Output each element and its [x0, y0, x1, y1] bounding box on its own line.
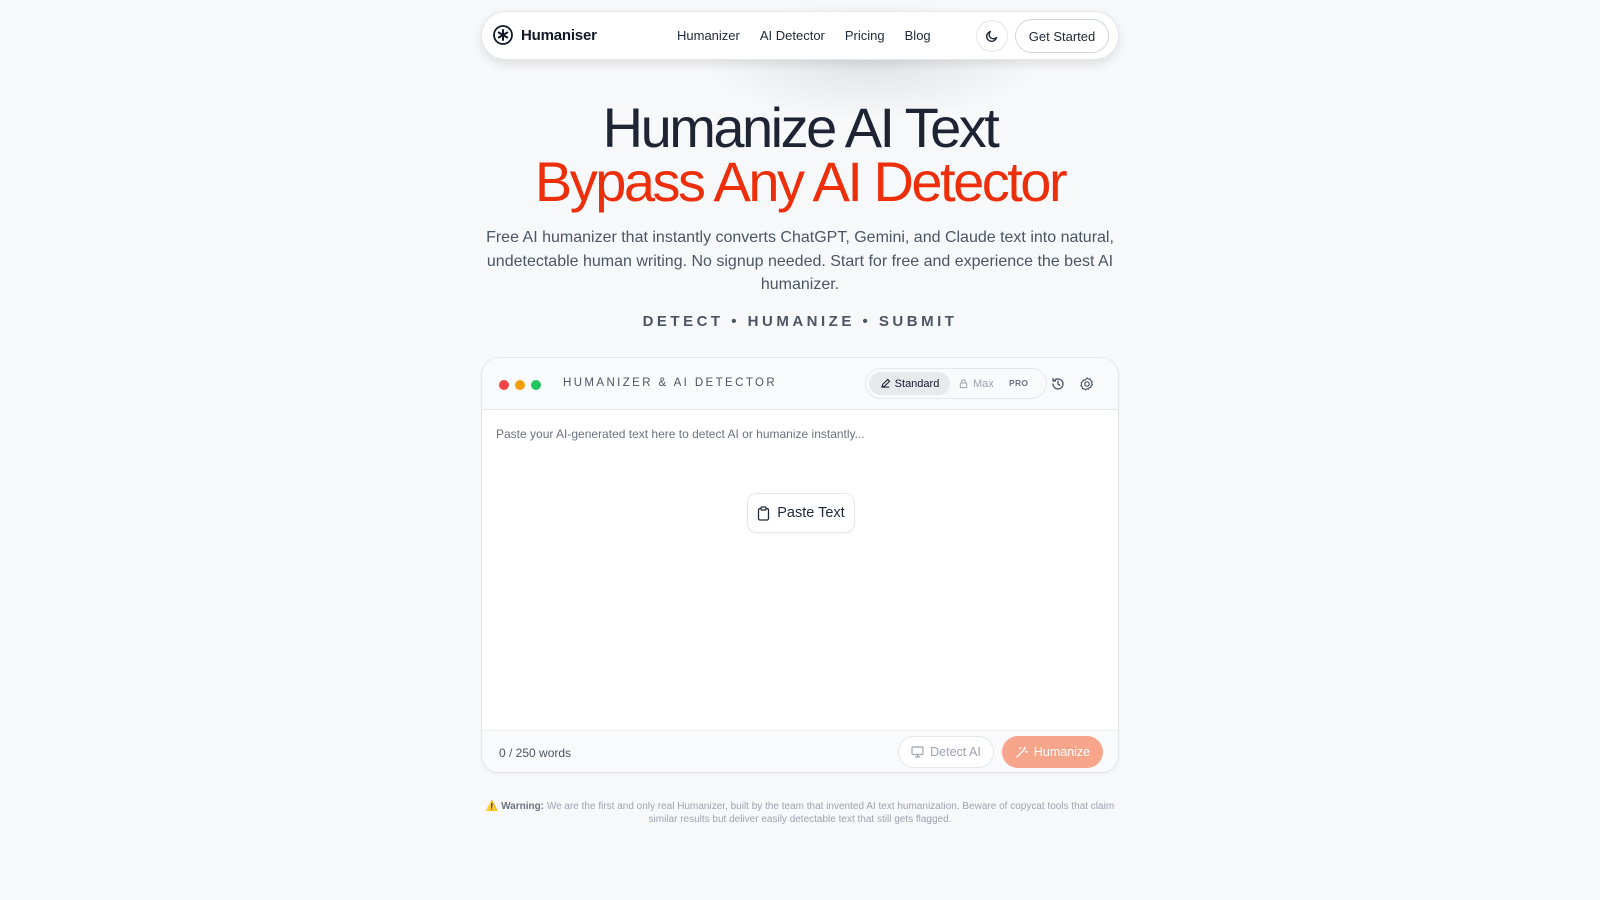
- mode-max-button[interactable]: Max: [958, 372, 994, 395]
- detect-ai-button[interactable]: Detect AI: [898, 736, 994, 768]
- humanizer-card: HUMANIZER & AI DETECTOR Standard Max PRO: [481, 357, 1119, 773]
- warning-label: Warning:: [501, 801, 545, 812]
- paste-text-label: Paste Text: [777, 505, 845, 521]
- get-started-button[interactable]: Get Started: [1015, 19, 1109, 53]
- humanize-button[interactable]: Humanize: [1002, 736, 1103, 768]
- brand-name: Humaniser: [521, 26, 597, 44]
- humanize-label: Humanize: [1033, 745, 1091, 759]
- green-dot-icon: [531, 380, 541, 390]
- magic-wand-icon: [1016, 746, 1028, 758]
- hero-tagline: DETECT • HUMANIZE • SUBMIT: [642, 313, 958, 330]
- nav-link-humanizer[interactable]: Humanizer: [677, 28, 740, 43]
- monitor-icon: [911, 746, 924, 758]
- nav-links: Humanizer AI Detector Pricing Blog: [677, 28, 931, 43]
- card-header: HUMANIZER & AI DETECTOR Standard Max PRO: [482, 358, 1118, 410]
- window-dots: [499, 380, 541, 390]
- card-title: HUMANIZER & AI DETECTOR: [563, 377, 778, 389]
- nav-link-pricing[interactable]: Pricing: [845, 28, 885, 43]
- nav-link-blog[interactable]: Blog: [905, 28, 931, 43]
- asterisk-circle-icon: [493, 25, 513, 45]
- nav-link-ai-detector[interactable]: AI Detector: [760, 28, 825, 43]
- mode-toggle: Standard Max PRO: [865, 368, 1047, 399]
- red-dot-icon: [499, 380, 509, 390]
- brand[interactable]: Humaniser: [492, 24, 597, 46]
- mode-standard-button[interactable]: Standard: [869, 372, 950, 395]
- text-input-placeholder[interactable]: Paste your AI-generated text here to det…: [496, 427, 865, 441]
- pro-badge: PRO: [1009, 378, 1029, 388]
- history-icon[interactable]: [1050, 376, 1066, 392]
- lock-icon: [959, 379, 968, 389]
- hero-description: Free AI humanizer that instantly convert…: [486, 229, 1114, 293]
- warning-icon: ⚠️: [485, 801, 499, 812]
- detect-ai-label: Detect AI: [930, 745, 981, 759]
- yellow-dot-icon: [515, 380, 525, 390]
- mode-standard-label: Standard: [894, 377, 940, 390]
- warning-text: We are the first and only real Humanizer…: [546, 801, 1115, 825]
- card-footer: 0 / 250 words Detect AI Humanize: [482, 730, 1118, 772]
- warning-notice: ⚠️ Warning: We are the first and only re…: [480, 800, 1120, 826]
- word-count: 0 / 250 words: [499, 746, 572, 760]
- mode-max-label: Max: [973, 377, 994, 390]
- moon-icon: [985, 30, 998, 43]
- pencil-icon: [881, 378, 890, 388]
- clipboard-icon: [758, 505, 770, 521]
- hero-title: Humanize AI Text: [602, 96, 1000, 159]
- paste-text-button[interactable]: Paste Text: [747, 493, 855, 533]
- gear-icon[interactable]: [1079, 376, 1095, 392]
- theme-toggle-button[interactable]: [976, 20, 1008, 52]
- hero-subtitle: Bypass Any AI Detector: [534, 150, 1068, 213]
- navbar: Humaniser Humanizer AI Detector Pricing …: [481, 11, 1119, 60]
